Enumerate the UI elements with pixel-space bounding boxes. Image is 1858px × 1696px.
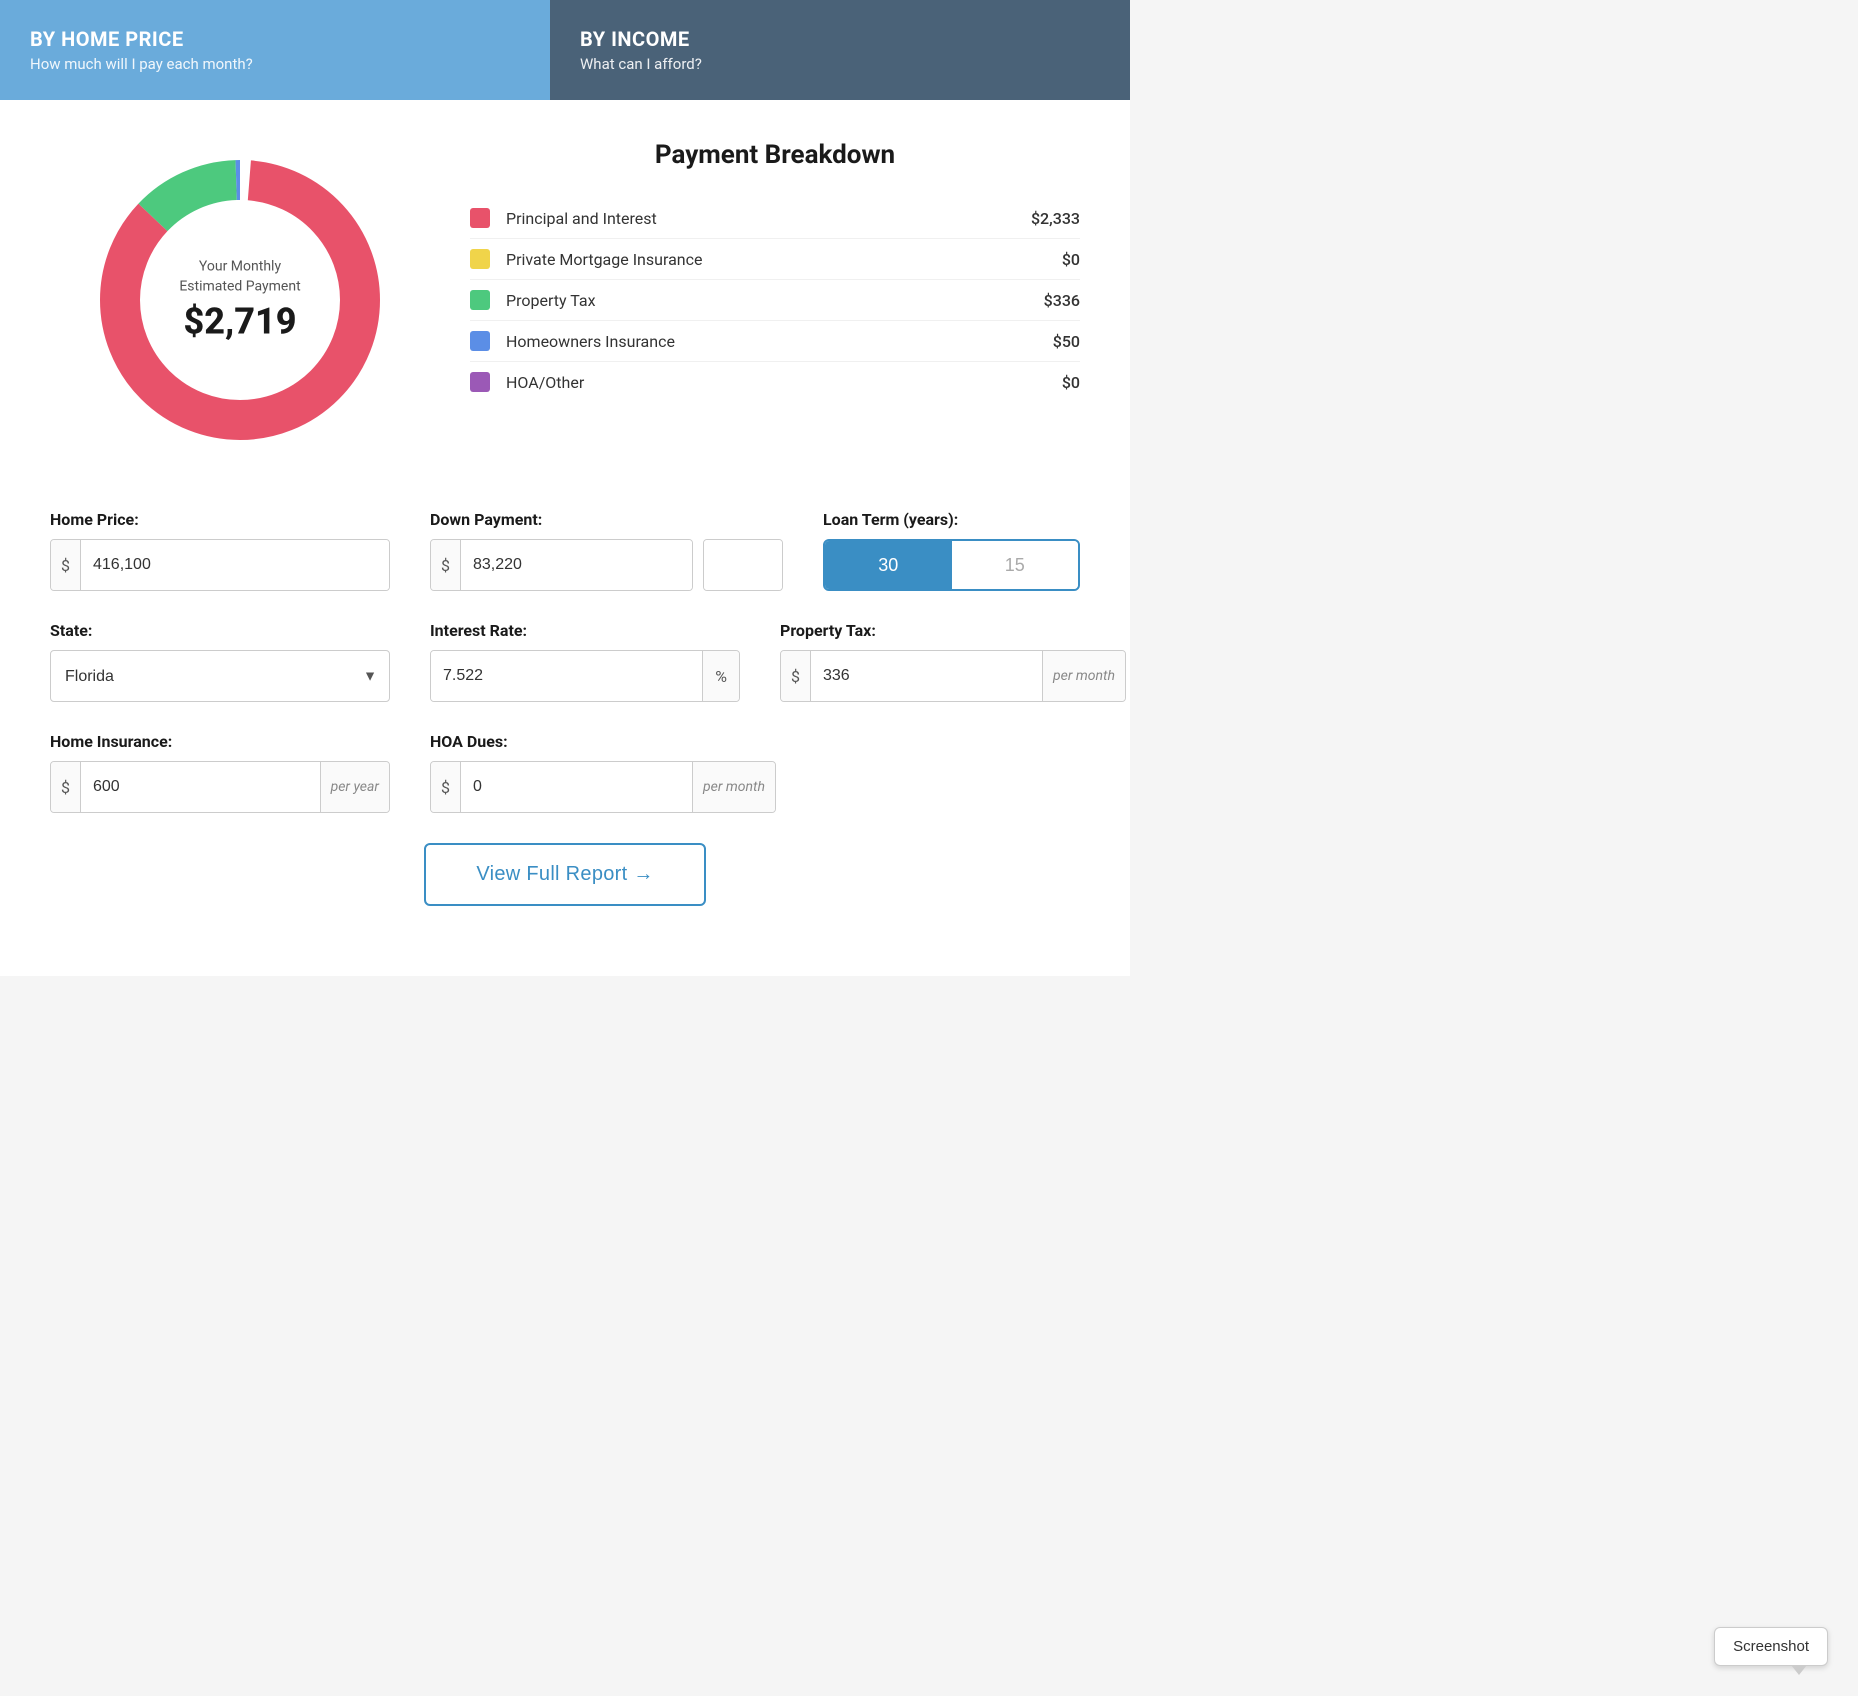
home-insurance-suffix: per year: [320, 762, 389, 812]
home-price-input[interactable]: [81, 540, 389, 590]
property-tax-prefix: $: [781, 651, 811, 701]
loan-term-label: Loan Term (years):: [823, 510, 1080, 529]
hoa-dues-wrapper: $ per month: [430, 761, 776, 813]
tab-by-income-subtitle: What can I afford?: [580, 55, 1100, 73]
breakdown-item-pmi: Private Mortgage Insurance $0: [470, 239, 1080, 280]
tab-by-home-price-subtitle: How much will I pay each month?: [30, 55, 520, 73]
home-insurance-input[interactable]: [81, 762, 320, 812]
down-percent-wrapper: %: [703, 539, 783, 591]
breakdown-item-hoa: HOA/Other $0: [470, 362, 1080, 402]
swatch-tax: [470, 290, 490, 310]
breakdown-value-insurance: $50: [1053, 332, 1080, 351]
home-price-label: Home Price:: [50, 510, 390, 529]
tab-by-home-price-title: BY HOME PRICE: [30, 27, 520, 51]
property-tax-label: Property Tax:: [780, 621, 1126, 640]
breakdown-value-principal: $2,333: [1031, 209, 1080, 228]
home-price-prefix: $: [51, 540, 81, 590]
form-group-hoa-dues: HOA Dues: $ per month: [430, 732, 776, 813]
property-tax-wrapper: $ per month: [780, 650, 1126, 702]
state-select[interactable]: Florida: [51, 651, 389, 701]
state-select-wrapper: Florida ▼: [50, 650, 390, 702]
down-payment-label: Down Payment:: [430, 510, 783, 529]
hoa-dues-label: HOA Dues:: [430, 732, 776, 751]
breakdown-item-insurance: Homeowners Insurance $50: [470, 321, 1080, 362]
swatch-hoa: [470, 372, 490, 392]
breakdown-section: Payment Breakdown Principal and Interest…: [430, 140, 1080, 402]
breakdown-value-hoa: $0: [1062, 373, 1080, 392]
swatch-insurance: [470, 331, 490, 351]
form-section: Home Price: $ Down Payment: $ %: [50, 510, 1080, 813]
breakdown-name-pmi: Private Mortgage Insurance: [506, 250, 1062, 269]
form-row-2: State: Florida ▼ Interest Rate: % Proper…: [50, 621, 1080, 702]
home-insurance-wrapper: $ per year: [50, 761, 390, 813]
breakdown-item-tax: Property Tax $336: [470, 280, 1080, 321]
form-group-down-payment: Down Payment: $ %: [430, 510, 783, 591]
breakdown-name-hoa: HOA/Other: [506, 373, 1062, 392]
hoa-prefix: $: [431, 762, 461, 812]
hoa-suffix: per month: [692, 762, 775, 812]
screenshot-button[interactable]: Screenshot: [1714, 1627, 1828, 1666]
interest-rate-label: Interest Rate:: [430, 621, 740, 640]
form-group-loan-term: Loan Term (years): 30 15: [823, 510, 1080, 591]
property-tax-input[interactable]: [811, 651, 1042, 701]
form-group-home-price: Home Price: $: [50, 510, 390, 591]
swatch-pmi: [470, 249, 490, 269]
interest-rate-input[interactable]: [431, 651, 702, 701]
form-row-1: Home Price: $ Down Payment: $ %: [50, 510, 1080, 591]
breakdown-name-insurance: Homeowners Insurance: [506, 332, 1053, 351]
home-insurance-label: Home Insurance:: [50, 732, 390, 751]
tab-by-home-price[interactable]: BY HOME PRICE How much will I pay each m…: [0, 0, 550, 100]
tab-by-income[interactable]: BY INCOME What can I afford?: [550, 0, 1130, 100]
hoa-dues-input[interactable]: [461, 762, 692, 812]
down-payment-inputs: $ %: [430, 539, 783, 591]
breakdown-item-principal: Principal and Interest $2,333: [470, 198, 1080, 239]
down-payment-amount-input[interactable]: [461, 540, 692, 590]
loan-term-15-button[interactable]: 15: [952, 541, 1079, 589]
donut-chart: Your Monthly Estimated Payment $2,719: [80, 140, 400, 460]
state-label: State:: [50, 621, 390, 640]
loan-term-30-button[interactable]: 30: [825, 541, 952, 589]
loan-term-toggle: 30 15: [823, 539, 1080, 591]
interest-percent-suffix: %: [702, 651, 739, 701]
form-row-3: Home Insurance: $ per year HOA Dues: $ p…: [50, 732, 1080, 813]
view-full-report-button[interactable]: View Full Report →: [424, 843, 705, 906]
home-price-input-wrapper: $: [50, 539, 390, 591]
breakdown-title: Payment Breakdown: [470, 140, 1080, 170]
donut-svg: [80, 140, 400, 460]
main-content: Your Monthly Estimated Payment $2,719 Pa…: [0, 100, 1130, 976]
interest-rate-wrapper: %: [430, 650, 740, 702]
tab-bar: BY HOME PRICE How much will I pay each m…: [0, 0, 1130, 100]
form-group-interest-rate: Interest Rate: %: [430, 621, 740, 702]
breakdown-value-tax: $336: [1044, 291, 1080, 310]
chart-container: Your Monthly Estimated Payment $2,719: [50, 140, 430, 460]
tab-by-income-title: BY INCOME: [580, 27, 1100, 51]
form-group-home-insurance: Home Insurance: $ per year: [50, 732, 390, 813]
property-tax-suffix: per month: [1042, 651, 1125, 701]
home-insurance-prefix: $: [51, 762, 81, 812]
view-report-container: View Full Report →: [50, 843, 1080, 906]
breakdown-name-principal: Principal and Interest: [506, 209, 1031, 228]
down-payment-percent-input[interactable]: [704, 540, 783, 590]
swatch-principal: [470, 208, 490, 228]
top-section: Your Monthly Estimated Payment $2,719 Pa…: [50, 140, 1080, 460]
form-group-property-tax: Property Tax: $ per month: [780, 621, 1126, 702]
breakdown-value-pmi: $0: [1062, 250, 1080, 269]
down-prefix: $: [431, 540, 461, 590]
form-group-state: State: Florida ▼: [50, 621, 390, 702]
down-amount-wrapper: $: [430, 539, 693, 591]
breakdown-name-tax: Property Tax: [506, 291, 1044, 310]
